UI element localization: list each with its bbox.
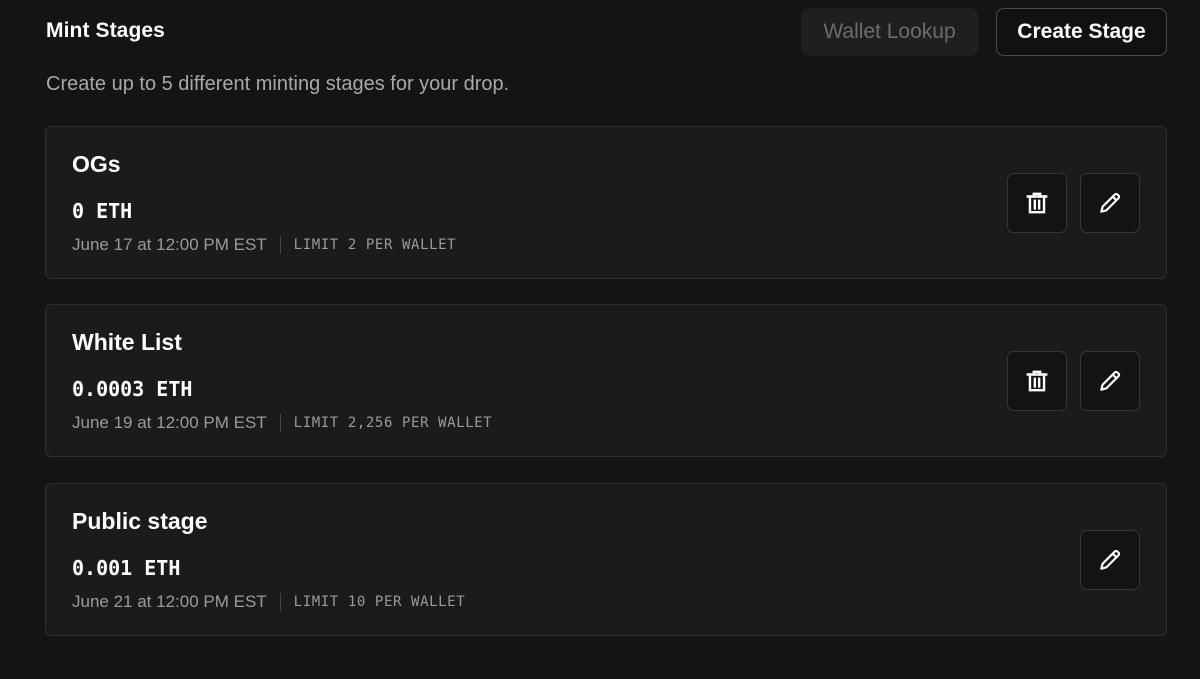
stage-name: Public stage xyxy=(72,508,208,534)
stage-limit: LIMIT 2 PER WALLET xyxy=(293,237,457,253)
stage-date: June 17 at 12:00 PM EST xyxy=(72,235,267,254)
wallet-lookup-button[interactable]: Wallet Lookup xyxy=(801,8,978,56)
page-subtitle: Create up to 5 different minting stages … xyxy=(46,73,510,95)
edit-stage-button[interactable] xyxy=(1080,173,1140,233)
trash-icon xyxy=(1024,368,1050,394)
stage-price: 0 ETH xyxy=(72,199,133,223)
stage-meta: June 17 at 12:00 PM EST LIMIT 2 PER WALL… xyxy=(72,235,456,255)
stage-card-white-list: White List 0.0003 ETH June 19 at 12:00 P… xyxy=(45,304,1167,457)
mint-stages-page: Mint Stages Wallet Lookup Create Stage C… xyxy=(0,0,1200,679)
stage-card-public: Public stage 0.001 ETH June 21 at 12:00 … xyxy=(45,483,1167,636)
stage-name: White List xyxy=(72,329,182,355)
stage-name: OGs xyxy=(72,151,121,177)
pencil-icon xyxy=(1097,368,1123,394)
meta-divider xyxy=(279,414,281,432)
meta-divider xyxy=(279,593,281,611)
stage-price: 0.0003 ETH xyxy=(72,377,193,401)
stage-limit: LIMIT 10 PER WALLET xyxy=(293,594,466,610)
stage-date: June 21 at 12:00 PM EST xyxy=(72,592,267,611)
delete-stage-button[interactable] xyxy=(1007,173,1067,233)
delete-stage-button[interactable] xyxy=(1007,351,1067,411)
pencil-icon xyxy=(1097,190,1123,216)
meta-divider xyxy=(279,236,281,254)
stage-meta: June 19 at 12:00 PM EST LIMIT 2,256 PER … xyxy=(72,413,492,433)
stage-meta: June 21 at 12:00 PM EST LIMIT 10 PER WAL… xyxy=(72,592,465,612)
edit-stage-button[interactable] xyxy=(1080,351,1140,411)
stage-limit: LIMIT 2,256 PER WALLET xyxy=(293,415,493,431)
create-stage-button[interactable]: Create Stage xyxy=(996,8,1167,56)
stage-card-ogs: OGs 0 ETH June 17 at 12:00 PM EST LIMIT … xyxy=(45,126,1167,279)
pencil-icon xyxy=(1097,547,1123,573)
edit-stage-button[interactable] xyxy=(1080,530,1140,590)
stage-date: June 19 at 12:00 PM EST xyxy=(72,413,267,432)
page-title: Mint Stages xyxy=(46,19,165,42)
trash-icon xyxy=(1024,190,1050,216)
stage-price: 0.001 ETH xyxy=(72,556,181,580)
